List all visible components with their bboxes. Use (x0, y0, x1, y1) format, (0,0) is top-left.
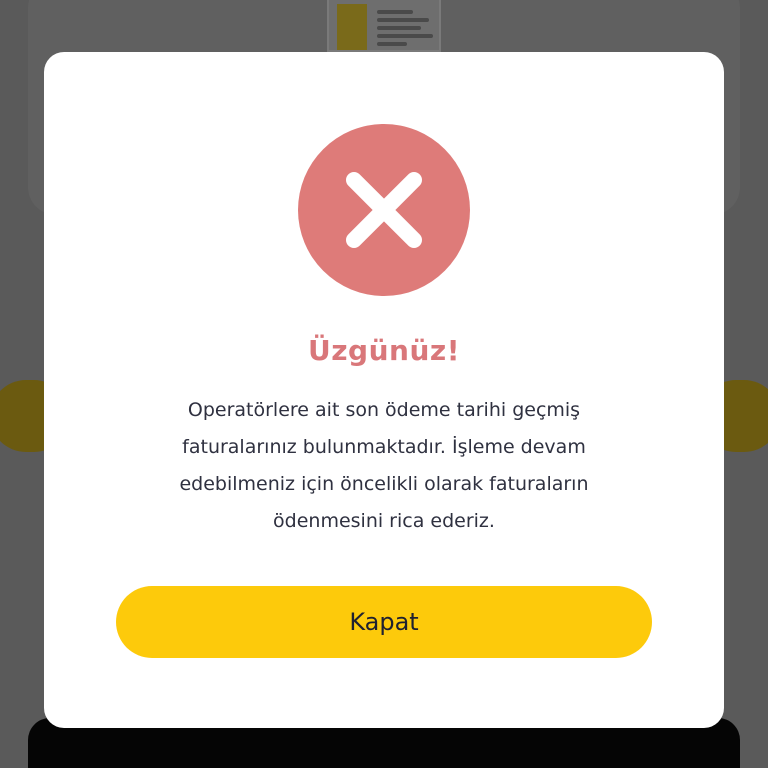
dialog-message: Operatörlere ait son ödeme tarihi geçmiş… (179, 399, 589, 532)
background-illustration (327, 0, 441, 52)
error-icon (298, 124, 470, 296)
dialog-title: Üzgünüz! (308, 334, 460, 367)
error-dialog: Üzgünüz! Operatörlere ait son ödeme tari… (44, 52, 724, 728)
close-icon (346, 172, 422, 248)
close-button[interactable]: Kapat (116, 586, 652, 658)
